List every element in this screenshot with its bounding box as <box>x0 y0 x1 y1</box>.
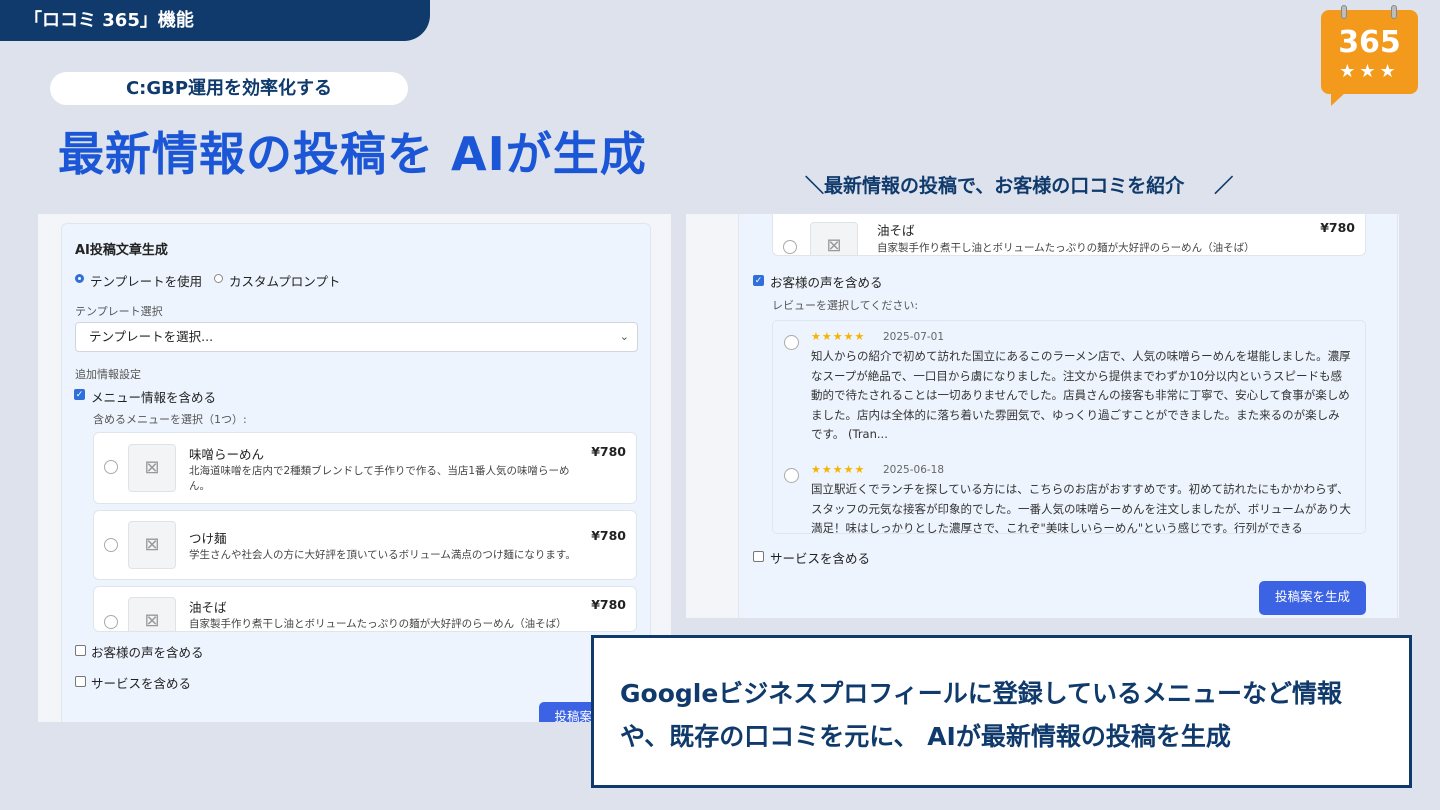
review-stars: ★★★★★ <box>811 463 866 476</box>
image-placeholder-icon: ⊠ <box>128 521 176 569</box>
card-heading: AI投稿文章生成 <box>75 243 168 258</box>
include-voice-label: お客様の声を含める <box>770 275 883 290</box>
review-text: 知人からの紹介で初めて訪れた国立にあるこのラーメン店で、人気の味噌らーめんを堪能… <box>811 349 1351 441</box>
custom-prompt-label: カスタムプロンプト <box>229 274 341 289</box>
review-radio[interactable] <box>784 335 799 350</box>
menu-item-radio[interactable] <box>104 538 118 552</box>
review-list[interactable]: ★★★★★ 2025-07-01 知人からの紹介で初めて訪れた国立にあるこのラー… <box>772 320 1366 534</box>
description-box: Googleビジネスプロフィールに登録しているメニューなど情報や、既存の口コミを… <box>591 635 1412 788</box>
menu-item[interactable]: ⊠ 油そば 自家製手作り煮干し油とボリュームたっぷりの麺が大好評のらーめん（油そ… <box>772 214 1366 256</box>
menu-item-radio[interactable] <box>783 240 797 254</box>
generate-post-button[interactable]: 投稿案を生成 <box>1259 581 1366 615</box>
template-mode-label: テンプレートを使用 <box>90 274 203 289</box>
include-menu-label: メニュー情報を含める <box>91 390 217 405</box>
calendar-icon: 365 ★★★ <box>1321 10 1418 94</box>
include-voice-checkbox[interactable] <box>75 645 86 656</box>
menu-item-price: ¥780 <box>591 528 626 543</box>
subtitle: C:GBP運用を効率化する <box>125 78 333 99</box>
template-select[interactable]: テンプレートを選択... ⌄ <box>75 322 638 352</box>
menu-item[interactable]: ⊠ 油そば 自家製手作り煮干し油とボリュームたっぷりの麺が大好評のらーめん（油そ… <box>93 586 637 632</box>
caption-left-mark: ＼ <box>805 175 825 197</box>
menu-item-desc: 学生さんや社会人の方に大好評を頂いているボリューム満点のつけ麺になります。 <box>189 549 576 561</box>
menu-item-desc: 北海道味噌を店内で2種類ブレンドして手作りで作る、当店1番人気の味噌らーめん。 <box>189 465 570 492</box>
menu-item-price: ¥780 <box>591 444 626 459</box>
template-select-label: テンプレート選択 <box>75 305 163 318</box>
include-service-checkbox[interactable] <box>75 676 86 687</box>
menu-item-radio[interactable] <box>104 460 118 474</box>
banner-label: 「ロコミ 365」機能 <box>24 10 194 31</box>
review-selection-screenshot: ⊠ 油そば 自家製手作り煮干し油とボリュームたっぷりの麺が大好評のらーめん（油そ… <box>686 214 1399 618</box>
template-select-value: テンプレートを選択... <box>89 329 214 344</box>
template-mode-radio[interactable] <box>75 274 84 283</box>
review-date: 2025-07-01 <box>883 331 945 343</box>
speech-tail-icon <box>1331 93 1345 106</box>
menu-item-desc: 自家製手作り煮干し油とボリュームたっぷりの麺が大好評のらーめん（油そば） <box>877 242 1255 254</box>
menu-item-name: 味噌らーめん <box>189 447 265 462</box>
review-date: 2025-06-18 <box>883 464 945 476</box>
review-card: ⊠ 油そば 自家製手作り煮干し油とボリュームたっぷりの麺が大好評のらーめん（油そ… <box>738 214 1398 618</box>
menu-item-name: 油そば <box>189 600 227 615</box>
feature-banner: 「ロコミ 365」機能 <box>0 0 430 41</box>
review-text: 国立駅近くでランチを探している方には、こちらのお店がおすすめです。初めて訪れたに… <box>811 482 1351 534</box>
review-stars: ★★★★★ <box>811 330 866 343</box>
include-service-label: サービスを含める <box>91 676 192 691</box>
menu-item[interactable]: ⊠ つけ麺 学生さんや社会人の方に大好評を頂いているボリューム満点のつけ麺になり… <box>93 510 637 580</box>
subtitle-pill: C:GBP運用を効率化する <box>50 72 408 105</box>
chevron-down-icon: ⌄ <box>619 330 629 343</box>
include-voice-label: お客様の声を含める <box>91 645 204 660</box>
include-service-label: サービスを含める <box>770 551 871 566</box>
review-radio[interactable] <box>784 468 799 483</box>
brand-logo: 365 ★★★ <box>1321 5 1418 106</box>
menu-item-name: 油そば <box>877 223 915 238</box>
calendar-ring-icon <box>1391 5 1397 19</box>
ai-post-card: AI投稿文章生成 テンプレートを使用 カスタムプロンプト テンプレート選択 テン… <box>61 223 651 722</box>
include-menu-checkbox[interactable]: ✓ <box>74 389 85 400</box>
menu-item-price: ¥780 <box>591 597 626 612</box>
image-placeholder-icon: ⊠ <box>810 222 858 255</box>
menu-item-name: つけ麺 <box>189 531 227 546</box>
image-placeholder-icon: ⊠ <box>128 597 176 631</box>
menu-select-label: 含めるメニューを選択（1つ）: <box>93 413 247 426</box>
menu-item-desc: 自家製手作り煮干し油とボリュームたっぷりの麺が大好評のらーめん（油そば） <box>189 618 567 630</box>
description-text: Googleビジネスプロフィールに登録しているメニューなど情報や、既存の口コミを… <box>620 679 1343 751</box>
image-placeholder-icon: ⊠ <box>128 444 176 492</box>
page-title: 最新情報の投稿を AIが生成 <box>58 127 647 181</box>
logo-number: 365 <box>1338 25 1401 60</box>
review-select-label: レビューを選択してください: <box>772 299 919 312</box>
ai-post-generator-screenshot: AI投稿文章生成 テンプレートを使用 カスタムプロンプト テンプレート選択 テン… <box>38 214 671 722</box>
calendar-ring-icon <box>1341 5 1347 19</box>
include-service-checkbox[interactable] <box>753 551 764 562</box>
logo-stars: ★★★ <box>1339 61 1400 82</box>
extra-info-label: 追加情報設定 <box>75 368 141 381</box>
caption-text: 最新情報の投稿で、お客様の口コミを紹介 <box>824 175 1185 197</box>
custom-prompt-radio[interactable] <box>214 274 223 283</box>
menu-item-price: ¥780 <box>1320 220 1355 235</box>
caption: ＼最新情報の投稿で、お客様の口コミを紹介 ／ <box>805 171 1233 198</box>
caption-right-mark: ／ <box>1214 175 1234 197</box>
include-voice-checkbox[interactable]: ✓ <box>753 275 764 286</box>
menu-item-radio[interactable] <box>104 615 118 629</box>
menu-item[interactable]: ⊠ 味噌らーめん 北海道味噌を店内で2種類ブレンドして手作りで作る、当店1番人気… <box>93 432 637 504</box>
